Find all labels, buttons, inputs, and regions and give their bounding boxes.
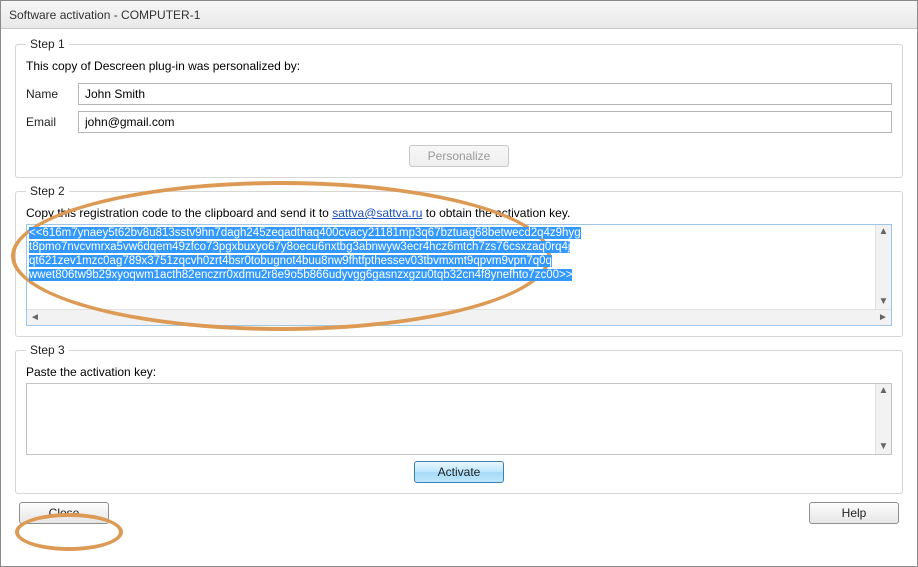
step1-intro: This copy of Descreen plug-in was person… [26, 59, 892, 73]
step3-instruction: Paste the activation key: [26, 365, 892, 379]
scroll-down-icon[interactable]: ▼ [879, 297, 889, 307]
name-field[interactable] [78, 83, 892, 105]
scroll-left-icon[interactable]: ◄ [29, 312, 41, 324]
registration-code-box[interactable]: <<616m7ynaey5t62bv8u813sstv9hn7dagh245ze… [26, 224, 892, 326]
activation-window: Software activation - COMPUTER-1 Step 1 … [0, 0, 918, 567]
step1-legend: Step 1 [26, 37, 69, 51]
registration-code-line: wwet806tw9b29xyoqwm1acth82enczrr0xdmu2r8… [29, 269, 572, 281]
scroll-down-icon[interactable]: ▼ [879, 442, 889, 452]
code-vertical-scrollbar[interactable]: ▲ ▼ [875, 225, 891, 309]
email-field[interactable] [78, 111, 892, 133]
code-horizontal-scrollbar[interactable]: ◄ ► [27, 309, 891, 325]
activate-button[interactable]: Activate [414, 461, 504, 483]
step2-instr-prefix: Copy this registration code to the clipb… [26, 206, 332, 220]
scroll-up-icon[interactable]: ▲ [879, 227, 889, 237]
name-label: Name [26, 87, 72, 101]
key-vertical-scrollbar[interactable]: ▲ ▼ [875, 384, 891, 454]
email-row: Email [26, 111, 892, 133]
registration-code-line: qt621zev1mzc0ag789x3751zqcvh0zrt4bsr0tob… [29, 255, 552, 267]
titlebar[interactable]: Software activation - COMPUTER-1 [1, 1, 917, 29]
scroll-up-icon[interactable]: ▲ [879, 386, 889, 396]
activation-key-text[interactable] [27, 384, 875, 454]
registration-code-line: t8pmo7nvcvmrxa5vw6dqem49zfco73pgxbuxyo67… [29, 241, 570, 253]
registration-code-line: <<616m7ynaey5t62bv8u813sstv9hn7dagh245ze… [29, 227, 581, 239]
step2-instr-suffix: to obtain the activation key. [422, 206, 570, 220]
personalize-button: Personalize [409, 145, 510, 167]
activation-key-box[interactable]: ▲ ▼ [26, 383, 892, 455]
step2-legend: Step 2 [26, 184, 69, 198]
step1-group: Step 1 This copy of Descreen plug-in was… [15, 37, 903, 178]
window-title: Software activation - COMPUTER-1 [9, 8, 200, 22]
step2-group: Step 2 Copy this registration code to th… [15, 184, 903, 337]
step2-instruction: Copy this registration code to the clipb… [26, 206, 892, 220]
step3-group: Step 3 Paste the activation key: ▲ ▼ Act… [15, 343, 903, 494]
registration-code-text[interactable]: <<616m7ynaey5t62bv8u813sstv9hn7dagh245ze… [27, 225, 875, 309]
client-area: Step 1 This copy of Descreen plug-in was… [1, 29, 917, 566]
step3-legend: Step 3 [26, 343, 69, 357]
scroll-right-icon[interactable]: ► [877, 312, 889, 324]
help-button[interactable]: Help [809, 502, 899, 524]
close-button[interactable]: Close [19, 502, 109, 524]
support-email-link[interactable]: sattva@sattva.ru [332, 206, 422, 220]
bottom-button-bar: Close Help [15, 502, 903, 524]
email-label: Email [26, 115, 72, 129]
name-row: Name [26, 83, 892, 105]
